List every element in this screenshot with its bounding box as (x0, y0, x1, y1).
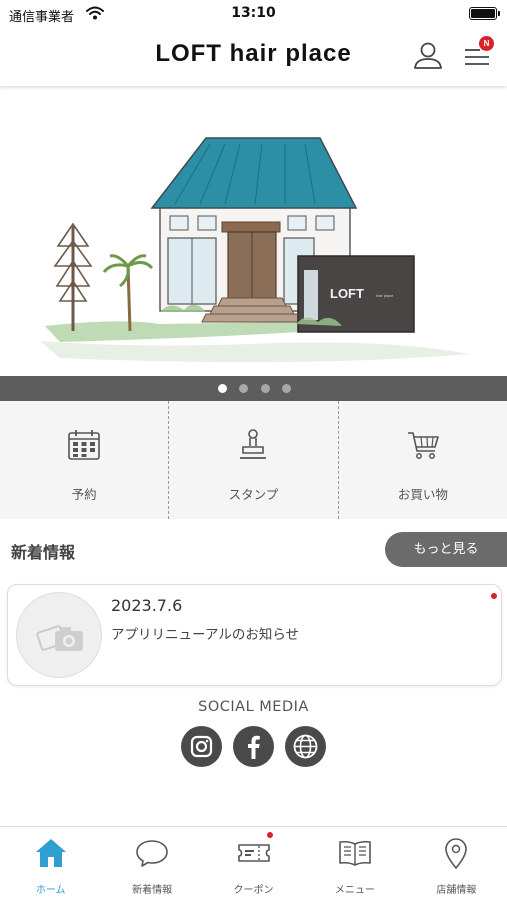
stamp-icon (240, 429, 267, 459)
instagram-button[interactable] (181, 726, 222, 767)
tab-news-label: 新着情報 (132, 885, 173, 896)
pager-dot[interactable] (261, 384, 270, 393)
calendar-icon (68, 430, 100, 460)
coupon-badge (266, 832, 273, 838)
reservation-button[interactable]: 予約 (0, 401, 170, 519)
globe-icon (293, 734, 318, 759)
tab-home-label: ホーム (35, 885, 66, 896)
sign-subtext: hair place (376, 293, 394, 298)
battery-icon (469, 7, 500, 20)
quick-menu: 予約 スタンプ お買い物 (0, 401, 507, 519)
salon-illustration: LOFT hair place (40, 137, 470, 363)
instagram-icon (190, 735, 213, 758)
tab-home[interactable]: ホーム (0, 827, 101, 900)
news-section-title: 新着情報 (11, 543, 76, 562)
facebook-icon (248, 735, 260, 759)
news-card[interactable]: 2023.7.6 アプリリニューアルのお知らせ (7, 584, 502, 686)
social-media-title: SOCIAL MEDIA (198, 699, 309, 715)
see-more-button[interactable]: もっと見る (385, 532, 507, 567)
news-date: 2023.7.6 (111, 596, 183, 615)
news-thumbnail (16, 592, 102, 678)
pager-dot[interactable] (239, 384, 248, 393)
cart-icon (407, 432, 439, 459)
notification-badge: N (479, 36, 494, 51)
user-icon (414, 42, 442, 69)
website-button[interactable] (285, 726, 326, 767)
account-button[interactable] (410, 38, 446, 74)
shopping-button[interactable]: お買い物 (339, 401, 507, 519)
tab-store-info[interactable]: 店舗情報 (406, 827, 507, 900)
shopping-label: お買い物 (397, 487, 448, 502)
photo-placeholder-icon (36, 625, 83, 651)
hero-carousel[interactable]: LOFT hair place (0, 86, 507, 376)
tab-news[interactable]: 新着情報 (101, 827, 202, 900)
stamp-label: スタンプ (228, 487, 279, 502)
news-title: アプリリニューアルのお知らせ (111, 627, 300, 643)
social-links (181, 726, 327, 768)
tab-menu[interactable]: メニュー (304, 827, 405, 900)
sign-text: LOFT (330, 286, 364, 301)
status-bar: 通信事業者 13:10 (0, 0, 507, 28)
tab-coupon[interactable]: クーポン (203, 827, 304, 900)
pager-dot[interactable] (218, 384, 227, 393)
home-icon (35, 839, 66, 867)
pager-dot[interactable] (282, 384, 291, 393)
chat-bubble-icon (136, 840, 168, 867)
clock: 13:10 (231, 5, 276, 21)
ticket-icon (237, 844, 270, 862)
app-header: LOFT hair place N (0, 28, 507, 86)
unread-indicator (491, 593, 497, 599)
facebook-button[interactable] (233, 726, 274, 767)
menu-button[interactable]: N (460, 36, 496, 74)
stamp-button[interactable]: スタンプ (169, 401, 339, 519)
reservation-label: 予約 (71, 487, 97, 502)
location-pin-icon (445, 838, 468, 869)
bottom-tab-bar: ホーム 新着情報 クーポン メニュー 店舗情報 (0, 826, 507, 900)
book-icon (339, 840, 371, 866)
tab-menu-label: メニュー (334, 885, 375, 896)
carousel-pager (0, 376, 507, 401)
tab-store-info-label: 店舗情報 (436, 885, 477, 896)
tab-coupon-label: クーポン (233, 885, 274, 896)
